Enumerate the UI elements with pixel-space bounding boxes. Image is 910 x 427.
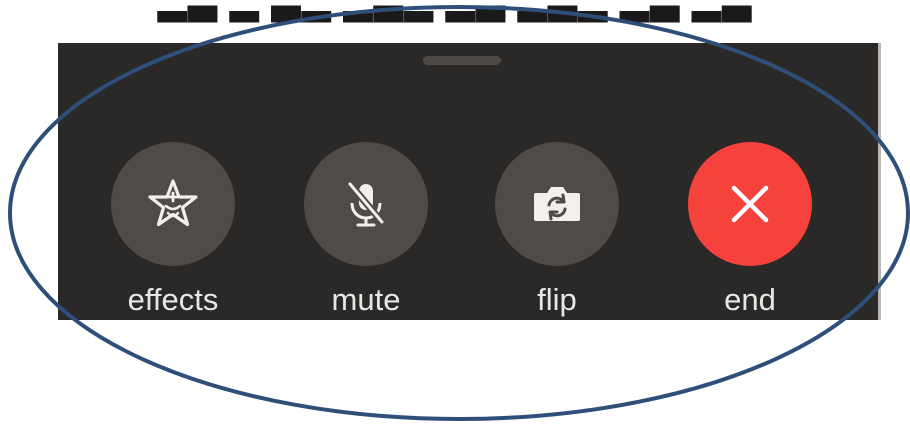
call-controls-panel: effects mute flip end: [58, 43, 878, 320]
end-control: end: [685, 142, 815, 318]
panel-right-edge: [878, 43, 881, 320]
camera-rotate-icon: [534, 187, 580, 221]
effects-button[interactable]: [111, 142, 235, 266]
microphone-slash-icon: [347, 181, 385, 227]
star-sparkle-icon: [148, 179, 198, 227]
close-x-icon: [731, 185, 769, 223]
drag-handle[interactable]: [423, 56, 501, 65]
flip-button[interactable]: [495, 142, 619, 266]
screenshot-stage: ▂▃ ▂ ▃▂ ▂▃▂ ▂▃ ▂▃▂ ▂▃ ▂▃ effects mute fl…: [0, 0, 910, 427]
flip-label: flip: [537, 282, 577, 317]
effects-control: effects: [108, 142, 238, 318]
effects-label: effects: [127, 282, 219, 317]
mute-button[interactable]: [304, 142, 428, 266]
end-call-button[interactable]: [688, 142, 812, 266]
cropped-top-text: ▂▃ ▂ ▃▂ ▂▃▂ ▂▃ ▂▃▂ ▂▃ ▂▃: [157, 0, 753, 22]
flip-control: flip: [492, 142, 622, 318]
mute-control: mute: [301, 142, 431, 318]
mute-label: mute: [331, 282, 401, 317]
end-label: end: [724, 282, 776, 317]
